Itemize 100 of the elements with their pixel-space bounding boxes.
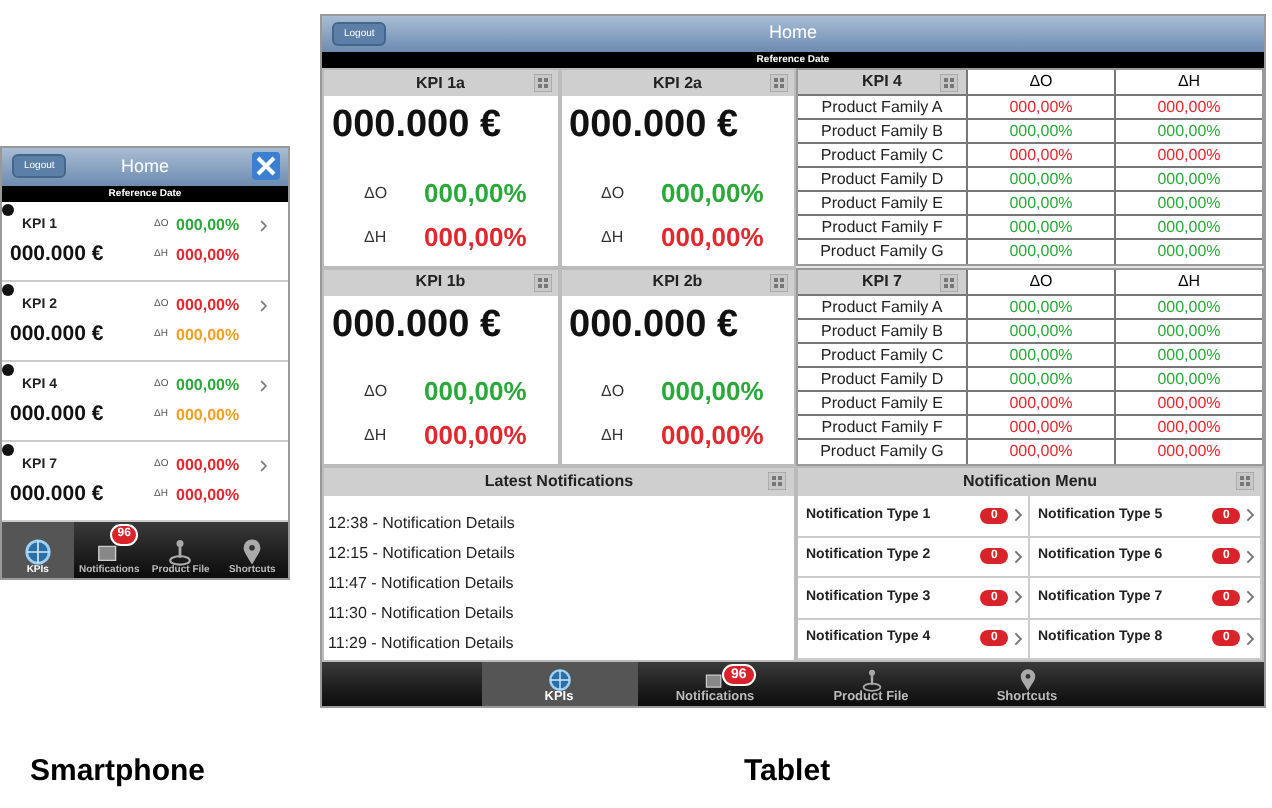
kpi-value: 000.000 € (10, 320, 106, 351)
delta-label: ΔO (362, 380, 390, 404)
chevron-icon (1245, 590, 1254, 605)
chevron-icon (1013, 549, 1022, 564)
delta-value: 000,00% (176, 214, 242, 238)
table-cell-text: Product Family E (819, 192, 945, 214)
delta-value: 000,00% (424, 374, 527, 411)
notification-item[interactable]: 12:15 - Notification Details (328, 538, 794, 568)
kpi-value: 000.000 € (10, 480, 106, 511)
notification-item[interactable]: 11:47 - Notification Details (328, 568, 794, 598)
caption: Smartphone (30, 752, 206, 792)
number-dot-icon (2, 284, 14, 296)
notification-item[interactable]: 12:38 - Notification Details (328, 508, 794, 538)
delta-value: 000,00% (661, 418, 764, 455)
delta-value: 000,00% (176, 404, 242, 428)
delta-value: 000,00% (424, 175, 527, 212)
table-cell: 000,00% (1114, 296, 1262, 318)
grid-icon[interactable] (533, 273, 551, 291)
delta-label: ΔO (599, 380, 627, 404)
kpi-value: 000.000 € (567, 301, 741, 347)
delta-label: ΔH (599, 225, 626, 249)
card-title: KPI 1a (416, 71, 465, 95)
table-cell: 000,00% (966, 440, 1114, 464)
table-cell-text: Product Family A (819, 296, 945, 318)
table-cell-text: Product Family F (819, 416, 945, 438)
grid-icon[interactable] (1236, 472, 1254, 490)
chevron-icon (1013, 508, 1022, 523)
kpi-value: 000.000 € (330, 102, 504, 148)
table-cell: 000,00% (1114, 96, 1262, 118)
kpi-value: 000.000 € (330, 301, 504, 347)
grid-icon[interactable] (770, 74, 788, 92)
chevron-icon (1245, 631, 1254, 646)
card-title: KPI 2a (653, 71, 702, 95)
table-cell-text: Product Family C (818, 344, 946, 366)
delta-value: 000,00% (661, 175, 764, 212)
table-cell: 000,00% (966, 96, 1114, 118)
table-cell: 000,00% (1114, 344, 1262, 366)
table-cell-text: Product Family B (819, 120, 945, 142)
delta-value: 000,00% (176, 324, 242, 348)
table-cell-text: Product Family F (819, 216, 945, 238)
table-title: KPI 4 (861, 70, 902, 94)
table-cell: 000,00% (1114, 440, 1262, 464)
table-cell: 000,00% (1114, 144, 1262, 166)
map-pin-icon (1015, 667, 1039, 691)
delta-value: 000,00% (661, 374, 764, 411)
table-cell: 000,00% (1114, 192, 1262, 214)
table-cell: 000,00% (966, 296, 1114, 318)
column-header: ΔO (966, 270, 1114, 294)
table-cell: 000,00% (966, 344, 1114, 366)
delta-label: ΔO (599, 181, 627, 205)
table-cell-text: Product Family G (818, 240, 946, 264)
table-cell-text: Product Family A (819, 96, 945, 118)
grid-icon[interactable] (533, 74, 551, 92)
table-title: KPI 7 (861, 270, 902, 294)
delta-value: 000,00% (424, 219, 527, 256)
panel-title: Notification Menu (962, 470, 1098, 494)
grid-icon[interactable] (770, 273, 788, 291)
table-cell: 000,00% (1114, 216, 1262, 238)
table-cell: 000,00% (1114, 368, 1262, 390)
delta-label: ΔO (362, 181, 390, 205)
panel-title: Latest Notifications (484, 470, 634, 494)
chevron-icon (1245, 549, 1254, 564)
grid-icon[interactable] (768, 472, 786, 490)
chevron-icon (1013, 631, 1022, 646)
table-cell: 000,00% (1114, 416, 1262, 438)
kpi-value: 000.000 € (10, 400, 106, 431)
table-cell-text: Product Family B (819, 320, 945, 342)
column-header: ΔO (966, 70, 1114, 94)
joystick-icon (859, 667, 883, 691)
table-cell: 000,00% (966, 144, 1114, 166)
grid-icon[interactable] (940, 274, 958, 292)
table-cell: 000,00% (966, 216, 1114, 238)
chevron-icon (260, 300, 268, 312)
card-title: KPI 2b (652, 270, 703, 294)
joystick-icon (166, 538, 195, 566)
delta-value: 000,00% (176, 294, 242, 318)
table-cell: 000,00% (966, 368, 1114, 390)
window-title: Home (120, 153, 169, 180)
table-cell-text: Product Family D (818, 368, 946, 390)
kpi-value: 000.000 € (567, 102, 741, 148)
target-icon (23, 538, 52, 566)
caption: Tablet (744, 752, 831, 792)
delta-value: 000,00% (176, 374, 242, 398)
table-cell: 000,00% (966, 240, 1114, 264)
table-cell-text: Product Family D (818, 168, 946, 190)
table-cell: 000,00% (966, 192, 1114, 214)
delta-value: 000,00% (424, 418, 527, 455)
column-header: ΔH (1114, 270, 1262, 294)
card-title: KPI 1b (415, 270, 466, 294)
table-cell: 000,00% (966, 320, 1114, 342)
table-cell: 000,00% (1114, 240, 1262, 264)
chevron-icon (260, 460, 268, 472)
notification-item[interactable]: 11:30 - Notification Details (328, 598, 794, 628)
kpi-value: 000.000 € (10, 240, 106, 271)
delta-value: 000,00% (176, 244, 242, 268)
table-cell: 000,00% (1114, 392, 1262, 414)
number-dot-icon (2, 444, 14, 456)
table-cell: 000,00% (966, 392, 1114, 414)
notification-item[interactable]: 11:29 - Notification Details (328, 628, 794, 658)
grid-icon[interactable] (940, 74, 958, 92)
